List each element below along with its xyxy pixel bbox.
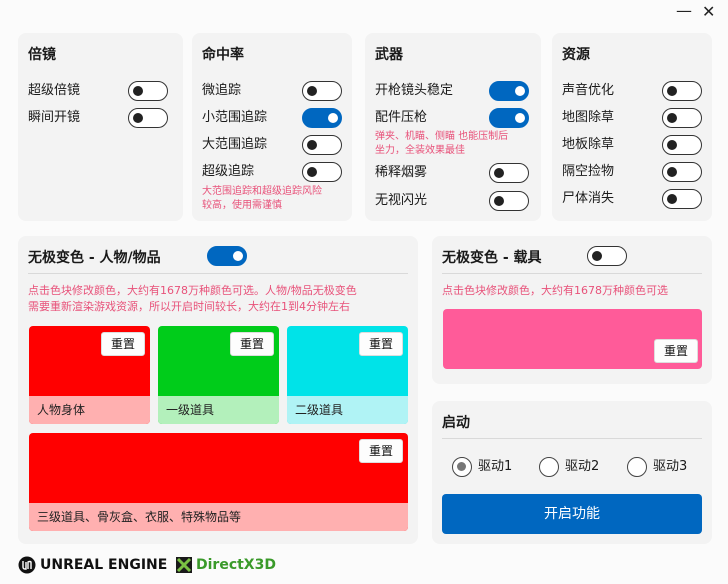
color-person-note-line2: 需要重新渲染游戏资源，所以开启时间较长，大约在1到4分钟左右 [28,300,350,313]
minimize-icon[interactable]: — [676,3,692,19]
start-button[interactable]: 开启功能 [442,494,702,534]
directx-logo: DirectX3D [175,555,276,575]
block-label: 一级道具 [158,396,279,424]
divider [442,273,702,274]
weapon-item-label: 配件压枪 [375,110,428,125]
remote-pickup-toggle[interactable] [662,162,702,182]
reset-button[interactable]: 重置 [101,332,145,356]
color-vehicle-toggle[interactable] [587,246,627,266]
weapon-item-label: 开枪镜头稳定 [375,83,454,98]
divider [28,273,408,274]
driver3-label: 驱动3 [653,459,688,474]
color-person-note-line1: 点击色块修改颜色，大约有1678万种颜色可选。人物/物品无极变色 [28,284,357,297]
super-tracking-toggle[interactable] [302,162,342,182]
block-label: 三级道具、骨灰盒、衣服、特殊物品等 [29,503,408,531]
directx-icon [176,557,192,573]
resources-item-label: 声音优化 [562,83,615,98]
weapon-item-label: 稀释烟雾 [375,165,428,180]
weapon-note-line1: 弹夹、机瞄、侧瞄 也能压制后 [375,131,509,142]
scope-title: 倍镜 [28,47,56,63]
floor-grass-removal-toggle[interactable] [662,135,702,155]
driver1-label: 驱动1 [478,459,513,474]
small-range-tracking-toggle[interactable] [302,108,342,128]
color-vehicle-panel: 无极变色 - 载具 点击色块修改颜色，大约有1678万种颜色可选 重置 [432,236,712,384]
color-person-toggle[interactable] [207,246,247,266]
resources-item-label: 地图除草 [562,110,615,125]
scope-item-label: 超级倍镜 [28,83,81,98]
color-vehicle-note: 点击色块修改颜色，大约有1678万种颜色可选 [442,284,668,297]
hitrate-item-label: 小范围追踪 [202,110,268,125]
vehicle-color-block[interactable]: 重置 [443,309,702,369]
start-title: 启动 [442,415,470,431]
resources-panel: 资源 声音优化 地图除草 地板除草 隔空捡物 尸体消失 [552,33,712,221]
driver2-label: 驱动2 [565,459,600,474]
driver1-radio[interactable] [452,457,472,477]
reset-button[interactable]: 重置 [359,439,403,463]
hitrate-title: 命中率 [202,47,244,63]
unreal-icon [18,556,36,574]
sound-optimize-toggle[interactable] [662,81,702,101]
instant-scope-toggle[interactable] [128,108,168,128]
reset-button[interactable]: 重置 [359,332,403,356]
corpse-vanish-toggle[interactable] [662,189,702,209]
color-person-title: 无极变色 - 人物/物品 [28,250,161,266]
weapon-panel: 武器 开枪镜头稳定 配件压枪 弹夹、机瞄、侧瞄 也能压制后 坐力，全装效果最佳 … [365,33,541,221]
weapon-title: 武器 [375,47,403,63]
hitrate-note-line2: 较高，使用需谨慎 [202,200,282,211]
reset-button[interactable]: 重置 [230,332,274,356]
color-vehicle-title: 无极变色 - 载具 [442,250,542,266]
directx-text: DirectX3D [196,557,276,573]
level2-item-color-block[interactable]: 重置 二级道具 [287,326,408,424]
hitrate-item-label: 微追踪 [202,83,242,98]
level3-item-color-block[interactable]: 重置 三级道具、骨灰盒、衣服、特殊物品等 [29,433,408,531]
resources-item-label: 地板除草 [562,137,615,152]
thin-smoke-toggle[interactable] [489,163,529,183]
lens-stabilize-toggle[interactable] [489,81,529,101]
resources-item-label: 尸体消失 [562,191,615,206]
reset-button[interactable]: 重置 [654,339,698,363]
hitrate-note-line1: 大范围追踪和超级追踪风险 [202,186,322,197]
block-label: 人物身体 [29,396,150,424]
scope-item-label: 瞬间开镜 [28,110,81,125]
map-grass-removal-toggle[interactable] [662,108,702,128]
hitrate-panel: 命中率 微追踪 小范围追踪 大范围追踪 超级追踪 大范围追踪和超级追踪风险 较高… [192,33,352,221]
weapon-item-label: 无视闪光 [375,193,428,208]
divider [442,438,702,439]
resources-item-label: 隔空捡物 [562,164,615,179]
weapon-note-line2: 坐力，全装效果最佳 [375,145,465,156]
scope-panel: 倍镜 超级倍镜 瞬间开镜 [18,33,183,221]
start-panel: 启动 驱动1 驱动2 驱动3 开启功能 [432,401,712,544]
micro-tracking-toggle[interactable] [302,81,342,101]
unreal-engine-logo: UNREAL ENGINE [18,555,167,575]
hitrate-item-label: 大范围追踪 [202,137,268,152]
level1-item-color-block[interactable]: 重置 一级道具 [158,326,279,424]
color-person-panel: 无极变色 - 人物/物品 点击色块修改颜色，大约有1678万种颜色可选。人物/物… [18,236,418,544]
driver2-radio[interactable] [539,457,559,477]
super-scope-toggle[interactable] [128,81,168,101]
ignore-flash-toggle[interactable] [489,191,529,211]
hitrate-item-label: 超级追踪 [202,164,255,179]
driver3-radio[interactable] [627,457,647,477]
recoil-control-toggle[interactable] [489,108,529,128]
person-body-color-block[interactable]: 重置 人物身体 [29,326,150,424]
close-icon[interactable]: ✕ [702,4,715,20]
resources-title: 资源 [562,47,590,63]
block-label: 二级道具 [287,396,408,424]
large-range-tracking-toggle[interactable] [302,135,342,155]
unreal-engine-text: UNREAL ENGINE [40,557,168,573]
